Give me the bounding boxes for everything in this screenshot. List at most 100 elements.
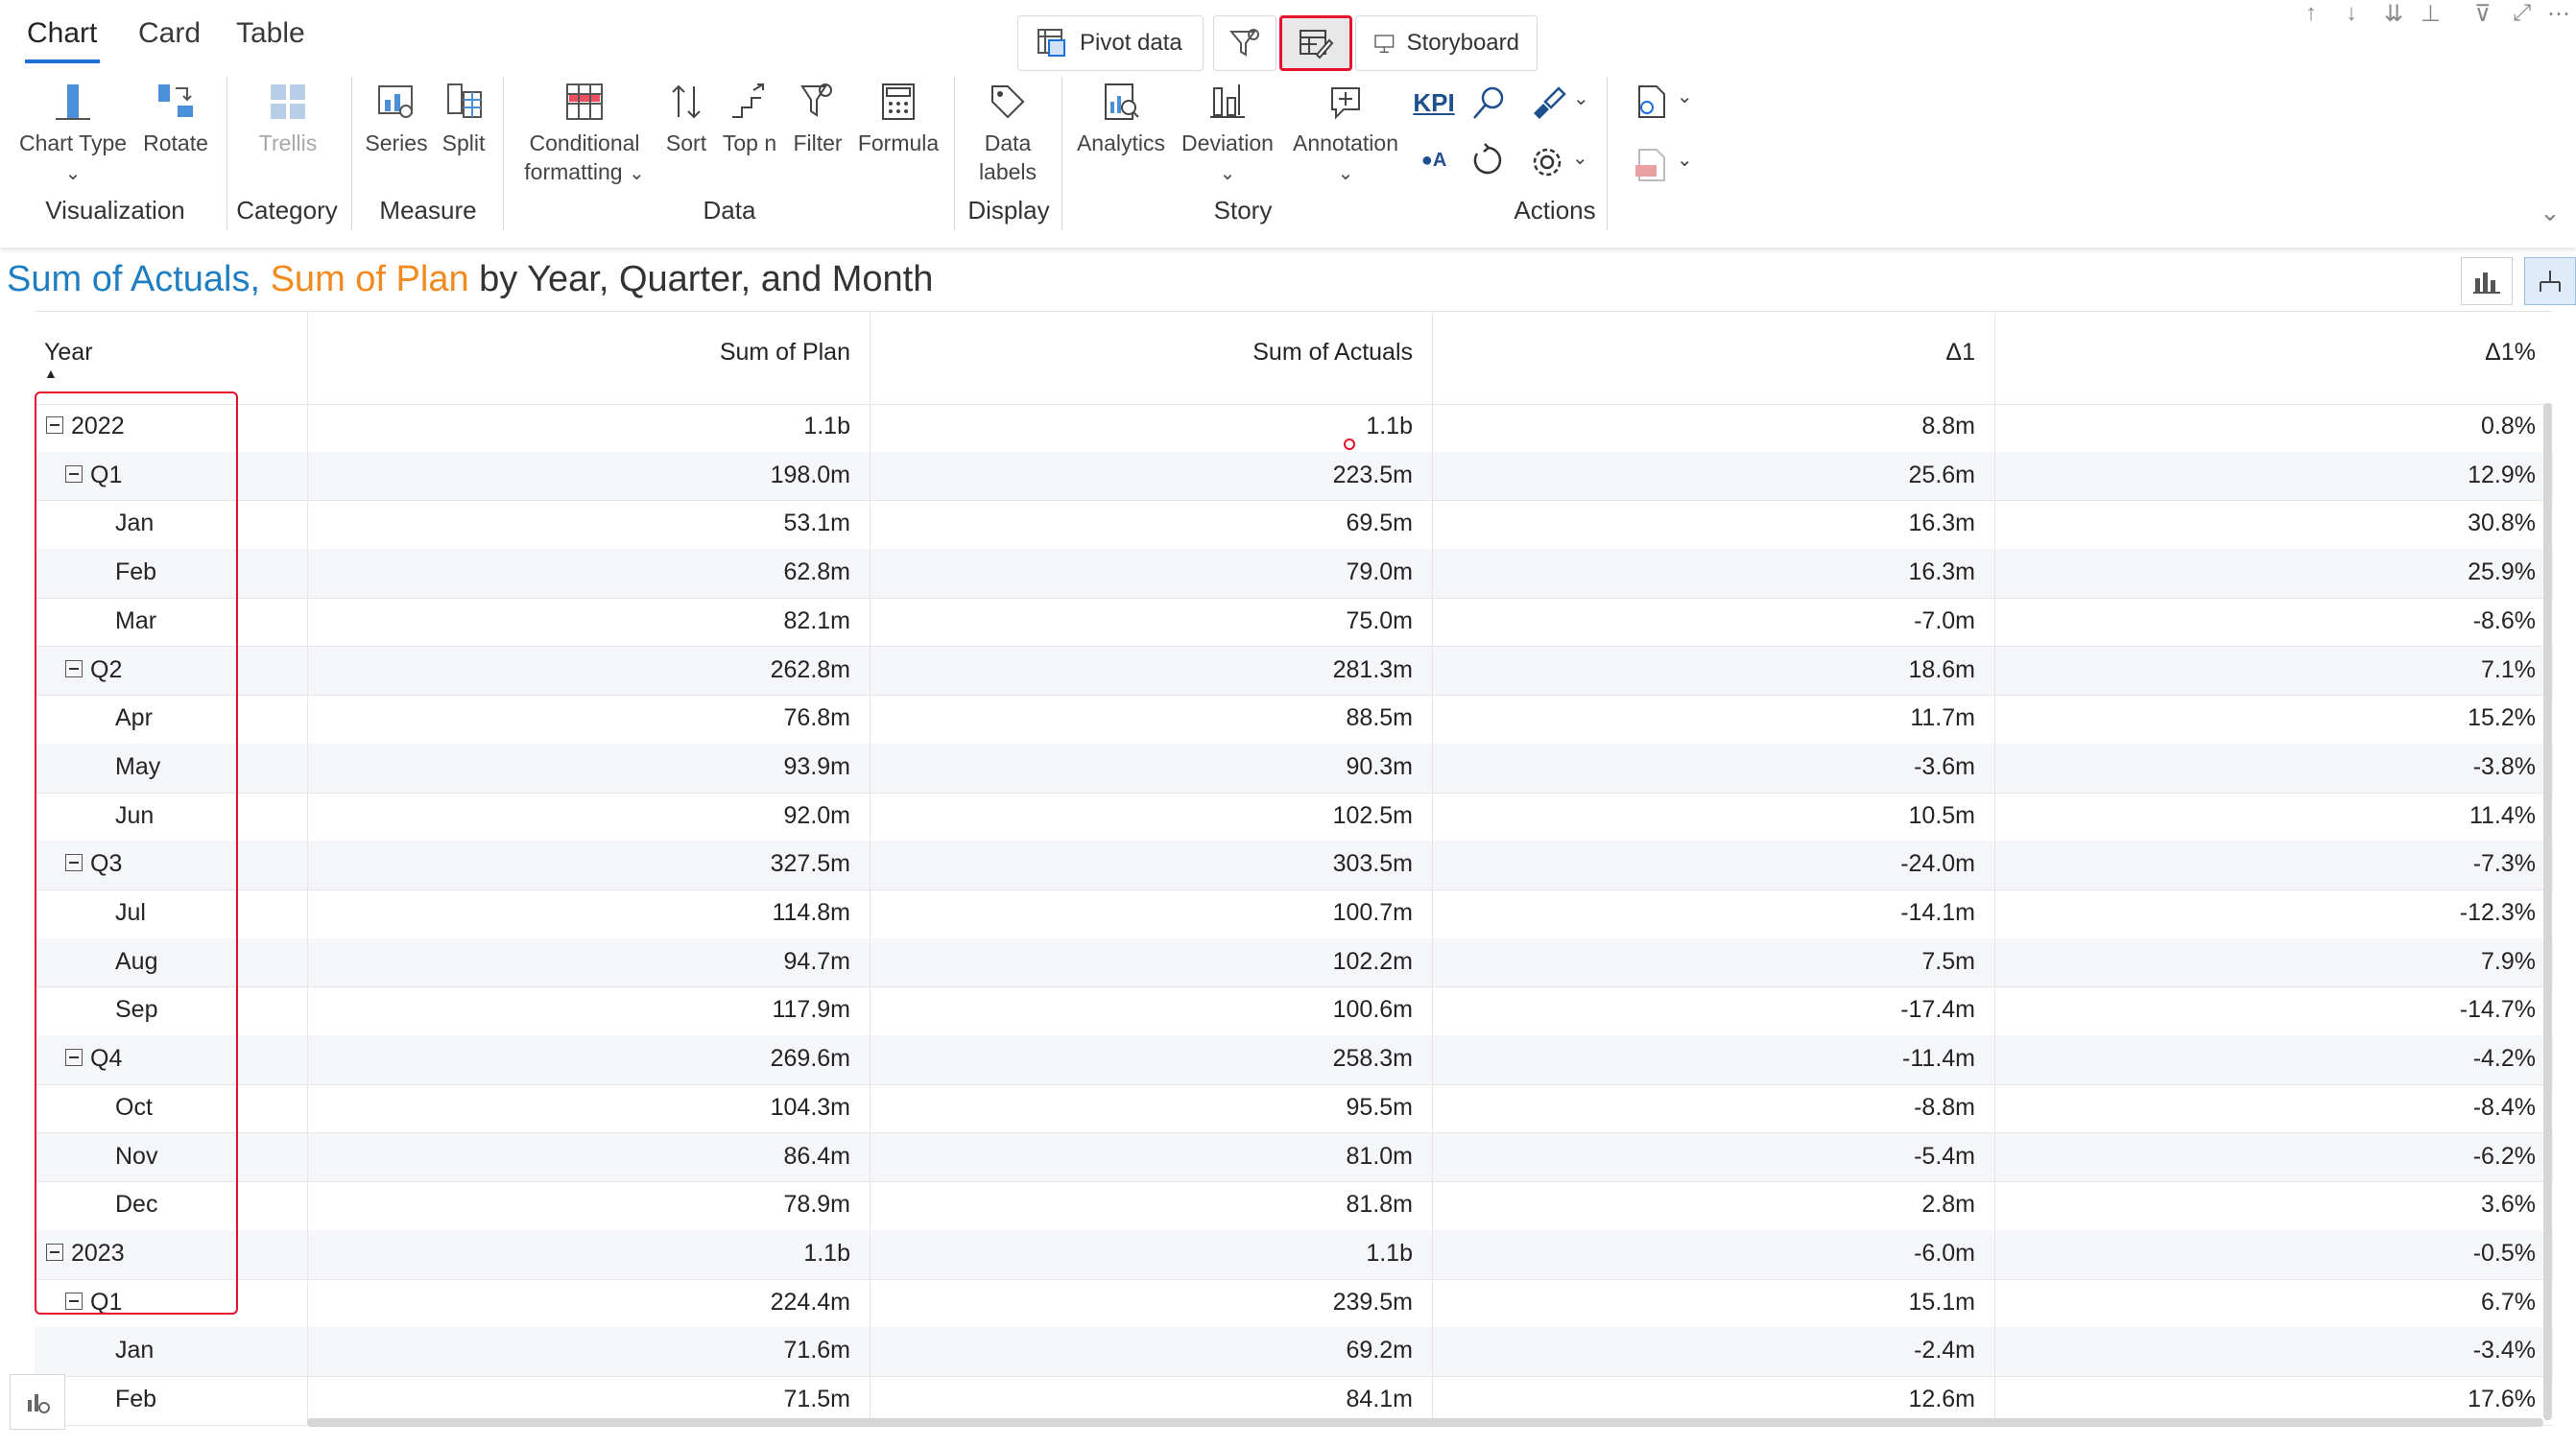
double-down-icon[interactable]: ⇊ [2384, 0, 2403, 28]
header-actuals[interactable]: Sum of Actuals [1252, 339, 1413, 367]
header-plan[interactable]: Sum of Plan [720, 339, 850, 367]
kpi-button[interactable]: KPI [1411, 88, 1457, 117]
deviation-button[interactable]: Deviation ⌄ [1175, 81, 1280, 188]
header-delta[interactable]: Δ1 [1945, 339, 1975, 367]
cell-d1: 16.3m [1908, 558, 1975, 586]
focus-mode-icon[interactable]: ⤢ [2513, 0, 2531, 27]
header-year[interactable]: Year [44, 339, 93, 367]
table-row[interactable]: Jan 71.6m 69.2m -2.4m -3.4% [35, 1327, 2553, 1377]
cell-actuals: 281.3m [1332, 655, 1413, 683]
trellis-button[interactable]: Trellis [251, 81, 324, 157]
cell-plan: 76.8m [783, 704, 850, 732]
row-label: Jan [115, 1337, 154, 1364]
table-row[interactable]: Q2 262.8m 281.3m 18.6m 7.1% [35, 646, 2553, 697]
analytics-button[interactable]: Analytics [1073, 81, 1169, 157]
table-row[interactable]: Sep 117.9m 100.6m -17.4m -14.7% [35, 986, 2553, 1037]
table-row[interactable]: Feb 62.8m 79.0m 16.3m 25.9% [35, 549, 2553, 599]
filter-icon[interactable]: ⊽ [2474, 0, 2492, 28]
table-row[interactable]: 2022 1.1b 1.1b 8.8m 0.8% [35, 403, 2553, 453]
visual-settings-button[interactable] [10, 1374, 65, 1430]
table-row[interactable]: Q1 198.0m 223.5m 25.6m 12.9% [35, 451, 2553, 502]
separator [351, 77, 352, 230]
cell-plan: 93.9m [783, 752, 850, 780]
header-delta-pct[interactable]: Δ1% [2485, 339, 2536, 367]
chart-view-button[interactable] [2461, 257, 2513, 305]
table-header: Year ▲ Sum of Plan Sum of Actuals Δ1 Δ1% [35, 311, 2553, 405]
analytics-label: Analytics [1076, 130, 1166, 155]
filter-button[interactable]: Filter [789, 81, 847, 157]
storyboard-label: Storyboard [1406, 30, 1519, 56]
chart-type-icon [56, 84, 90, 120]
cell-d1pct: -8.4% [2472, 1093, 2536, 1121]
title-comma: , [250, 259, 261, 299]
cell-actuals: 100.6m [1332, 996, 1413, 1024]
filter-settings-button[interactable] [1213, 15, 1276, 71]
sort-label: Sort [665, 130, 707, 155]
collapse-ribbon-icon[interactable]: ⌄ [2540, 198, 2561, 227]
topn-button[interactable]: Top n [718, 81, 781, 157]
conditional-formatting-icon [566, 83, 603, 120]
expand-level-icon[interactable]: ⊥ [2421, 0, 2441, 28]
storyboard-button[interactable]: Storyboard [1355, 15, 1538, 71]
table-row[interactable]: Dec 78.9m 81.8m 2.8m 3.6% [35, 1181, 2553, 1231]
table-row[interactable]: Aug 94.7m 102.2m 7.5m 7.9% [35, 937, 2553, 988]
cell-d1: 12.6m [1908, 1386, 1975, 1412]
table-row[interactable]: Jan 53.1m 69.5m 16.3m 30.8% [35, 500, 2553, 551]
cell-plan: 269.6m [770, 1045, 850, 1073]
cell-actuals: 1.1b [1366, 413, 1413, 439]
chart-type-button[interactable]: Chart Type ⌄ [17, 81, 129, 188]
sort-button[interactable]: Sort [662, 81, 710, 157]
search-button[interactable] [1467, 84, 1511, 130]
filter-label: Filter [793, 130, 843, 155]
table-row[interactable]: Jul 114.8m 100.7m -14.1m -12.3% [35, 890, 2553, 939]
column-divider [1994, 311, 1995, 1422]
sort-ascending-icon[interactable]: ▲ [44, 366, 58, 381]
cell-d1pct: 25.9% [2468, 558, 2536, 586]
table-row[interactable]: Q3 327.5m 303.5m -24.0m -7.3% [35, 841, 2553, 890]
cell-plan: 78.9m [783, 1191, 850, 1219]
conditional-formatting-button[interactable]: Conditional formatting ⌄ [513, 81, 656, 188]
cell-d1pct: 7.9% [2481, 947, 2536, 975]
data-labels-button[interactable]: Data labels [971, 81, 1044, 186]
arrow-down-icon[interactable]: ↓ [2346, 0, 2357, 27]
rotate-button[interactable]: Rotate [140, 81, 211, 157]
pivot-data-button[interactable]: Pivot data [1017, 15, 1204, 71]
row-label: Feb [115, 1386, 156, 1413]
table-row[interactable]: Mar 82.1m 75.0m -7.0m -8.6% [35, 598, 2553, 648]
split-button[interactable]: Split [434, 81, 493, 157]
table-row[interactable]: Q4 269.6m 258.3m -11.4m -4.2% [35, 1035, 2553, 1085]
refresh-button[interactable] [1468, 142, 1507, 185]
conditional-label-1: Conditional [529, 130, 640, 155]
legend-button[interactable]: ●A [1411, 146, 1457, 175]
hierarchy-view-button[interactable] [2524, 257, 2576, 305]
table-row[interactable]: Jun 92.0m 102.5m 10.5m 11.4% [35, 793, 2553, 842]
table-edit-button[interactable] [1279, 15, 1352, 71]
export-icon [1638, 85, 1666, 118]
tab-card[interactable]: Card [138, 17, 201, 50]
annotation-button[interactable]: Annotation ⌄ [1286, 81, 1405, 188]
settings-button[interactable]: ⌄ [1522, 144, 1595, 187]
tab-table[interactable]: Table [236, 17, 305, 50]
format-brush-button[interactable]: ⌄ [1522, 84, 1595, 130]
tab-chart[interactable]: Chart [27, 17, 97, 50]
cell-d1pct: -14.7% [2459, 996, 2536, 1024]
formula-button[interactable]: Formula [852, 81, 944, 157]
table-row[interactable]: Q1 224.4m 239.5m 15.1m 6.7% [35, 1279, 2553, 1329]
cell-d1pct: -3.4% [2472, 1337, 2536, 1364]
table-row[interactable]: Apr 76.8m 88.5m 11.7m 15.2% [35, 695, 2553, 745]
table-row[interactable]: Oct 104.3m 95.5m -8.8m -8.4% [35, 1084, 2553, 1134]
cell-d1: 8.8m [1921, 413, 1975, 439]
export-button[interactable]: ⌄ [1624, 83, 1701, 128]
series-button[interactable]: Series [363, 81, 430, 157]
arrow-up-icon[interactable]: ↑ [2305, 0, 2317, 27]
more-options-icon[interactable]: ⋯ [2547, 0, 2570, 28]
cell-plan: 262.8m [770, 655, 850, 683]
table-row[interactable]: May 93.9m 90.3m -3.6m -3.8% [35, 743, 2553, 794]
conditional-label-2: formatting [524, 159, 623, 184]
horizontal-scrollbar[interactable] [307, 1418, 2543, 1427]
pdf-export-button[interactable]: ⌄ [1624, 146, 1701, 191]
table-row[interactable]: 2023 1.1b 1.1b -6.0m -0.5% [35, 1229, 2553, 1280]
topn-icon [732, 83, 764, 118]
table-row[interactable]: Nov 86.4m 81.0m -5.4m -6.2% [35, 1132, 2553, 1183]
vertical-scrollbar[interactable] [2543, 403, 2552, 1420]
